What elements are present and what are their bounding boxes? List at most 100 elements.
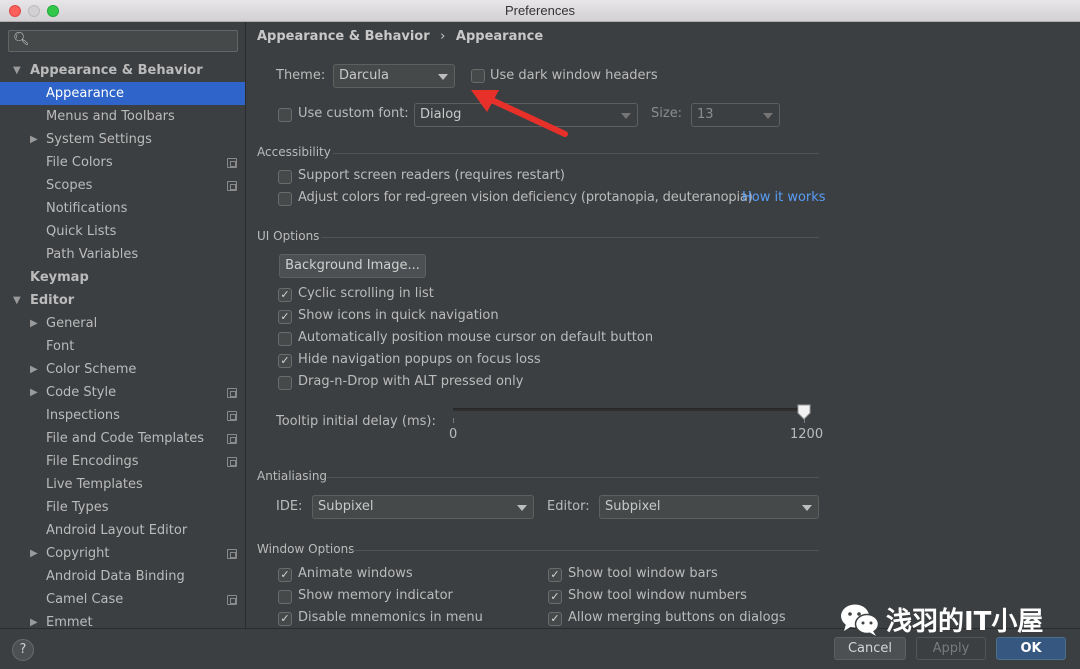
- expand-right-icon[interactable]: ▶: [30, 128, 38, 151]
- dark-headers-checkbox[interactable]: [471, 69, 485, 83]
- screen-readers-checkbox[interactable]: [278, 170, 292, 184]
- drag-n-drop-with-alt-pressed-only-checkbox[interactable]: [278, 376, 292, 390]
- sidebar-item-label: Font: [46, 339, 75, 354]
- sidebar-item-appearance[interactable]: Appearance: [0, 82, 245, 105]
- sidebar-item-color-scheme[interactable]: ▶ Color Scheme: [0, 358, 245, 381]
- project-scope-icon: [227, 388, 237, 398]
- chevron-down-icon: [438, 74, 448, 80]
- accessibility-section-title: Accessibility: [257, 145, 331, 159]
- sidebar-item-menus-and-toolbars[interactable]: Menus and Toolbars: [0, 105, 245, 128]
- color-deficiency-checkbox[interactable]: [278, 192, 292, 206]
- project-scope-icon: [227, 181, 237, 191]
- chevron-down-icon: [621, 113, 631, 119]
- background-image-button[interactable]: Background Image...: [279, 254, 426, 278]
- settings-search-input[interactable]: 🔍︎: [8, 30, 238, 52]
- sidebar-item-appearance-behavior[interactable]: ▼ Appearance & Behavior: [0, 59, 245, 82]
- font-size-field[interactable]: 13: [691, 103, 780, 127]
- sidebar-item-font[interactable]: Font: [0, 335, 245, 358]
- allow-merging-buttons-on-dialogs-checkbox[interactable]: ✓: [548, 612, 562, 626]
- sidebar-item-code-style[interactable]: ▶ Code Style: [0, 381, 245, 404]
- sidebar-item-file-encodings[interactable]: File Encodings: [0, 450, 245, 473]
- show-memory-indicator-checkbox[interactable]: [278, 590, 292, 604]
- checkmark-icon: ✓: [280, 288, 290, 301]
- sidebar-item-notifications[interactable]: Notifications: [0, 197, 245, 220]
- project-scope-icon: [227, 434, 237, 444]
- sidebar-item-android-layout-editor[interactable]: Android Layout Editor: [0, 519, 245, 542]
- project-scope-icon: [227, 411, 237, 421]
- appearance-panel: Appearance & Behavior › Appearance Theme…: [247, 22, 1080, 628]
- slider-thumb-handle[interactable]: [797, 404, 811, 420]
- show-tool-window-bars-label: Show tool window bars: [568, 566, 718, 581]
- sidebar-item-file-types[interactable]: File Types: [0, 496, 245, 519]
- ui-options-section-title: UI Options: [257, 229, 320, 243]
- annotation-arrow-icon: [471, 90, 568, 137]
- sidebar-item-general[interactable]: ▶ General: [0, 312, 245, 335]
- editor-aa-dropdown[interactable]: Subpixel: [599, 495, 819, 519]
- animate-windows-checkbox[interactable]: ✓: [278, 568, 292, 582]
- expand-right-icon[interactable]: ▶: [30, 542, 38, 565]
- sidebar-item-label: Scopes: [46, 178, 93, 193]
- window-options-separator: [349, 550, 819, 551]
- sidebar-item-quick-lists[interactable]: Quick Lists: [0, 220, 245, 243]
- custom-font-checkbox[interactable]: [278, 108, 292, 122]
- sidebar-item-path-variables[interactable]: Path Variables: [0, 243, 245, 266]
- sidebar-item-label: Editor: [30, 293, 75, 308]
- editor-aa-label: Editor:: [547, 499, 590, 514]
- custom-font-value: Dialog: [420, 107, 462, 122]
- sidebar-item-label: Menus and Toolbars: [46, 109, 175, 124]
- cyclic-scrolling-in-list-checkbox[interactable]: ✓: [278, 288, 292, 302]
- sidebar-item-label: Color Scheme: [46, 362, 137, 377]
- sidebar-item-label: Inspections: [46, 408, 120, 423]
- ui-options-separator: [321, 237, 819, 238]
- sidebar-item-label: Android Layout Editor: [46, 523, 188, 538]
- sidebar-item-android-data-binding[interactable]: Android Data Binding: [0, 565, 245, 588]
- theme-value: Darcula: [339, 68, 390, 83]
- expand-down-icon[interactable]: ▼: [13, 59, 21, 82]
- sidebar-item-inspections[interactable]: Inspections: [0, 404, 245, 427]
- expand-right-icon[interactable]: ▶: [30, 312, 38, 335]
- maximize-window-button[interactable]: [47, 5, 59, 17]
- sidebar-item-scopes[interactable]: Scopes: [0, 174, 245, 197]
- ide-aa-dropdown[interactable]: Subpixel: [312, 495, 534, 519]
- custom-font-label: Use custom font:: [298, 106, 409, 121]
- sidebar-item-system-settings[interactable]: ▶ System Settings: [0, 128, 245, 151]
- automatically-position-mouse-cursor-on-default-button-checkbox[interactable]: [278, 332, 292, 346]
- wechat-logo-icon: [840, 603, 880, 637]
- expand-right-icon[interactable]: ▶: [30, 358, 38, 381]
- sidebar-item-label: Quick Lists: [46, 224, 117, 239]
- theme-dropdown[interactable]: Darcula: [333, 64, 455, 88]
- expand-down-icon[interactable]: ▼: [13, 289, 21, 312]
- minimize-window-button[interactable]: [28, 5, 40, 17]
- tooltip-delay-slider[interactable]: [453, 408, 805, 411]
- project-scope-icon: [227, 549, 237, 559]
- show-icons-in-quick-navigation-checkbox[interactable]: ✓: [278, 310, 292, 324]
- project-scope-icon: [227, 457, 237, 467]
- show-tool-window-bars-checkbox[interactable]: ✓: [548, 568, 562, 582]
- sidebar-item-label: Notifications: [46, 201, 128, 216]
- expand-right-icon[interactable]: ▶: [30, 611, 38, 628]
- sidebar-item-emmet[interactable]: ▶ Emmet: [0, 611, 245, 628]
- help-button[interactable]: ?: [12, 639, 34, 661]
- breadcrumb-parent[interactable]: Appearance & Behavior: [257, 29, 430, 44]
- show-tool-window-numbers-checkbox[interactable]: ✓: [548, 590, 562, 604]
- sidebar-item-editor[interactable]: ▼ Editor: [0, 289, 245, 312]
- chevron-down-icon: [763, 113, 773, 119]
- close-window-button[interactable]: [9, 5, 21, 17]
- chevron-down-icon: [802, 505, 812, 511]
- sidebar-item-copyright[interactable]: ▶ Copyright: [0, 542, 245, 565]
- how-it-works-link[interactable]: How it works: [742, 190, 826, 205]
- color-deficiency-label: Adjust colors for red-green vision defic…: [298, 190, 753, 205]
- sidebar-item-file-colors[interactable]: File Colors: [0, 151, 245, 174]
- slider-min-label: 0: [449, 427, 458, 442]
- sidebar-item-live-templates[interactable]: Live Templates: [0, 473, 245, 496]
- antialiasing-separator: [327, 477, 819, 478]
- sidebar-item-camel-case[interactable]: Camel Case: [0, 588, 245, 611]
- expand-right-icon[interactable]: ▶: [30, 381, 38, 404]
- sidebar-item-keymap[interactable]: Keymap: [0, 266, 245, 289]
- hide-navigation-popups-on-focus-loss-checkbox[interactable]: ✓: [278, 354, 292, 368]
- disable-mnemonics-in-menu-checkbox[interactable]: ✓: [278, 612, 292, 626]
- show-memory-indicator-label: Show memory indicator: [298, 588, 453, 603]
- sidebar-item-label: General: [46, 316, 98, 331]
- font-size-label: Size:: [651, 106, 683, 121]
- sidebar-item-file-and-code-templates[interactable]: File and Code Templates: [0, 427, 245, 450]
